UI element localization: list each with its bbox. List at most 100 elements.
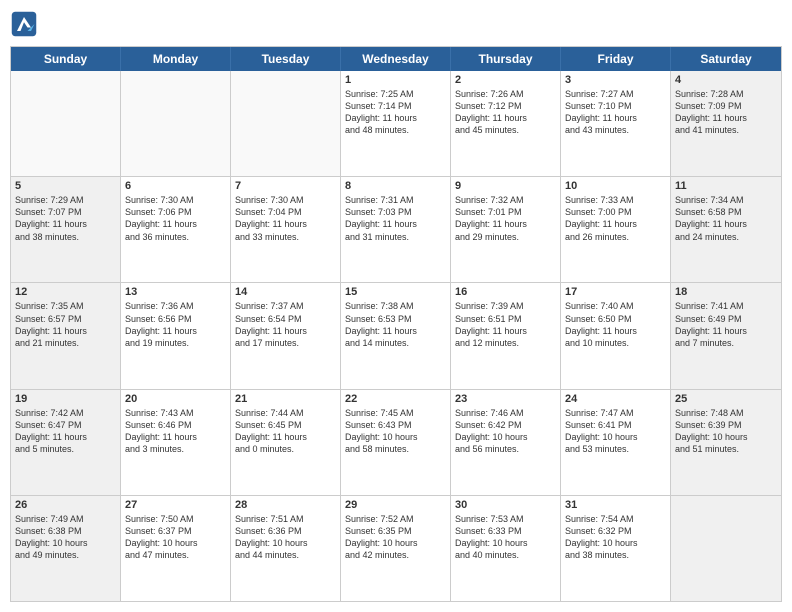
day-number: 18 [675,286,777,298]
cell-info: Sunrise: 7:30 AM Sunset: 7:06 PM Dayligh… [125,194,226,243]
day-number: 20 [125,393,226,405]
calendar-cell: 13Sunrise: 7:36 AM Sunset: 6:56 PM Dayli… [121,283,231,388]
calendar-cell: 21Sunrise: 7:44 AM Sunset: 6:45 PM Dayli… [231,390,341,495]
cell-info: Sunrise: 7:50 AM Sunset: 6:37 PM Dayligh… [125,513,226,562]
cell-info: Sunrise: 7:34 AM Sunset: 6:58 PM Dayligh… [675,194,777,243]
calendar-cell: 12 Sunrise: 7:35 AM Sunset: 6:57 PM Dayli… [11,283,121,388]
calendar-row: 19 Sunrise: 7:42 AM Sunset: 6:47 PM Dayli… [11,389,781,495]
day-number: 19 [15,393,116,405]
calendar-cell: 8 Sunrise: 7:31 AM Sunset: 7:03 PM Daylig… [341,177,451,282]
calendar-cell: 4 Sunrise: 7:28 AM Sunset: 7:09 PM Daylig… [671,71,781,176]
calendar-header-cell: Wednesday [341,47,451,71]
calendar: SundayMondayTuesdayWednesdayThursdayFrid… [10,46,782,602]
day-number: 22 [345,393,446,405]
cell-info: Sunrise: 7:44 AM Sunset: 6:45 PM Dayligh… [235,407,336,456]
calendar-header-cell: Friday [561,47,671,71]
day-number: 28 [235,499,336,511]
calendar-header-cell: Sunday [11,47,121,71]
day-number: 3 [565,74,666,86]
day-number: 14 [235,286,336,298]
day-number: 23 [455,393,556,405]
calendar-cell: 3 Sunrise: 7:27 AM Sunset: 7:10 PM Daylig… [561,71,671,176]
cell-info: Sunrise: 7:30 AM Sunset: 7:04 PM Dayligh… [235,194,336,243]
cell-info: Sunrise: 7:39 AM Sunset: 6:51 PM Dayligh… [455,300,556,349]
day-number: 12 [15,286,116,298]
calendar-header-row: SundayMondayTuesdayWednesdayThursdayFrid… [11,47,781,71]
calendar-cell: 9 Sunrise: 7:32 AM Sunset: 7:01 PM Daylig… [451,177,561,282]
cell-info: Sunrise: 7:51 AM Sunset: 6:36 PM Dayligh… [235,513,336,562]
cell-info: Sunrise: 7:38 AM Sunset: 6:53 PM Dayligh… [345,300,446,349]
calendar-cell: 11 Sunrise: 7:34 AM Sunset: 6:58 PM Dayli… [671,177,781,282]
cell-info: Sunrise: 7:26 AM Sunset: 7:12 PM Dayligh… [455,88,556,137]
calendar-header-cell: Monday [121,47,231,71]
day-number: 11 [675,180,777,192]
cell-info: Sunrise: 7:35 AM Sunset: 6:57 PM Dayligh… [15,300,116,349]
calendar-cell: 25Sunrise: 7:48 AM Sunset: 6:39 PM Dayli… [671,390,781,495]
day-number: 26 [15,499,116,511]
cell-info: Sunrise: 7:28 AM Sunset: 7:09 PM Dayligh… [675,88,777,137]
day-number: 15 [345,286,446,298]
cell-info: Sunrise: 7:42 AM Sunset: 6:47 PM Dayligh… [15,407,116,456]
calendar-header-cell: Thursday [451,47,561,71]
day-number: 6 [125,180,226,192]
calendar-cell: 6 Sunrise: 7:30 AM Sunset: 7:06 PM Daylig… [121,177,231,282]
calendar-cell: 7 Sunrise: 7:30 AM Sunset: 7:04 PM Daylig… [231,177,341,282]
calendar-cell: 17 Sunrise: 7:40 AM Sunset: 6:50 PM Dayli… [561,283,671,388]
day-number: 17 [565,286,666,298]
calendar-body: 1 Sunrise: 7:25 AM Sunset: 7:14 PM Daylig… [11,71,781,601]
calendar-cell: 23 Sunrise: 7:46 AM Sunset: 6:42 PM Dayli… [451,390,561,495]
day-number: 2 [455,74,556,86]
day-number: 5 [15,180,116,192]
page-header [10,10,782,38]
cell-info: Sunrise: 7:40 AM Sunset: 6:50 PM Dayligh… [565,300,666,349]
calendar-cell: 30Sunrise: 7:53 AM Sunset: 6:33 PM Dayli… [451,496,561,601]
cell-info: Sunrise: 7:53 AM Sunset: 6:33 PM Dayligh… [455,513,556,562]
calendar-cell: 10 Sunrise: 7:33 AM Sunset: 7:00 PM Dayli… [561,177,671,282]
cell-info: Sunrise: 7:32 AM Sunset: 7:01 PM Dayligh… [455,194,556,243]
cell-info: Sunrise: 7:46 AM Sunset: 6:42 PM Dayligh… [455,407,556,456]
day-number: 4 [675,74,777,86]
cell-info: Sunrise: 7:29 AM Sunset: 7:07 PM Dayligh… [15,194,116,243]
calendar-cell: 27 Sunrise: 7:50 AM Sunset: 6:37 PM Dayli… [121,496,231,601]
calendar-row: 26 Sunrise: 7:49 AM Sunset: 6:38 PM Dayli… [11,495,781,601]
calendar-cell: 2 Sunrise: 7:26 AM Sunset: 7:12 PM Daylig… [451,71,561,176]
day-number: 29 [345,499,446,511]
cell-info: Sunrise: 7:37 AM Sunset: 6:54 PM Dayligh… [235,300,336,349]
day-number: 24 [565,393,666,405]
calendar-cell: 29 Sunrise: 7:52 AM Sunset: 6:35 PM Dayli… [341,496,451,601]
cell-info: Sunrise: 7:48 AM Sunset: 6:39 PM Dayligh… [675,407,777,456]
day-number: 9 [455,180,556,192]
day-number: 1 [345,74,446,86]
cell-info: Sunrise: 7:27 AM Sunset: 7:10 PM Dayligh… [565,88,666,137]
cell-info: Sunrise: 7:31 AM Sunset: 7:03 PM Dayligh… [345,194,446,243]
calendar-row: 1 Sunrise: 7:25 AM Sunset: 7:14 PM Daylig… [11,71,781,176]
cell-info: Sunrise: 7:41 AM Sunset: 6:49 PM Dayligh… [675,300,777,349]
day-number: 16 [455,286,556,298]
day-number: 27 [125,499,226,511]
calendar-row: 5 Sunrise: 7:29 AM Sunset: 7:07 PM Daylig… [11,176,781,282]
logo-icon [10,10,38,38]
cell-info: Sunrise: 7:33 AM Sunset: 7:00 PM Dayligh… [565,194,666,243]
day-number: 7 [235,180,336,192]
cell-info: Sunrise: 7:25 AM Sunset: 7:14 PM Dayligh… [345,88,446,137]
cell-info: Sunrise: 7:54 AM Sunset: 6:32 PM Dayligh… [565,513,666,562]
calendar-cell: 24Sunrise: 7:47 AM Sunset: 6:41 PM Dayli… [561,390,671,495]
cell-info: Sunrise: 7:52 AM Sunset: 6:35 PM Dayligh… [345,513,446,562]
calendar-cell: 16 Sunrise: 7:39 AM Sunset: 6:51 PM Dayli… [451,283,561,388]
calendar-cell [671,496,781,601]
calendar-row: 12 Sunrise: 7:35 AM Sunset: 6:57 PM Dayli… [11,282,781,388]
calendar-cell [231,71,341,176]
calendar-cell: 26 Sunrise: 7:49 AM Sunset: 6:38 PM Dayli… [11,496,121,601]
calendar-cell: 22 Sunrise: 7:45 AM Sunset: 6:43 PM Dayli… [341,390,451,495]
calendar-cell: 5 Sunrise: 7:29 AM Sunset: 7:07 PM Daylig… [11,177,121,282]
day-number: 13 [125,286,226,298]
calendar-cell [121,71,231,176]
day-number: 10 [565,180,666,192]
cell-info: Sunrise: 7:45 AM Sunset: 6:43 PM Dayligh… [345,407,446,456]
day-number: 8 [345,180,446,192]
cell-info: Sunrise: 7:49 AM Sunset: 6:38 PM Dayligh… [15,513,116,562]
calendar-cell: 15 Sunrise: 7:38 AM Sunset: 6:53 PM Dayli… [341,283,451,388]
calendar-cell: 1 Sunrise: 7:25 AM Sunset: 7:14 PM Daylig… [341,71,451,176]
calendar-cell: 28 Sunrise: 7:51 AM Sunset: 6:36 PM Dayli… [231,496,341,601]
calendar-cell [11,71,121,176]
